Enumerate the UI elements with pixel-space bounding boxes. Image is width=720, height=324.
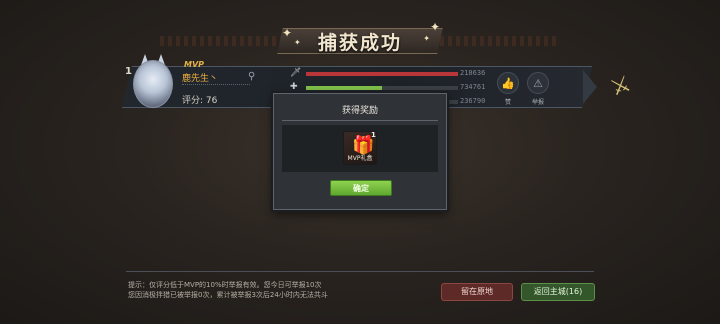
heal-icon: ✚ <box>290 82 298 92</box>
stat-bar <box>306 86 458 90</box>
capture-success-banner: ✦ ✦ 捕获成功 ✦ ✦ <box>160 20 560 60</box>
stay-button[interactable]: 留在原地 <box>441 283 513 301</box>
divider <box>126 271 594 272</box>
player-score: 评分: 76 <box>182 96 218 106</box>
confirm-button[interactable]: 确定 <box>330 180 392 196</box>
sparkle-icon: ✦ <box>429 20 440 34</box>
stat-value: 236790 <box>460 97 486 105</box>
result-screen: ✦ ✦ 捕获成功 ✦ ✦ 1 MVP 鹿先生丶 ⚲ 评分: 76 🗡 218636… <box>0 0 720 324</box>
hint-line: 您因消极拌猎已被举报0次，累计被举报3次后24小时内无法共斗 <box>128 291 328 299</box>
row-arrow <box>583 70 597 104</box>
stat-bar <box>306 72 458 76</box>
return-to-city-button[interactable]: 返回主城(16) <box>521 283 595 301</box>
reward-count: 1 <box>371 131 376 139</box>
sword-icon: 🗡 <box>290 68 302 78</box>
weapon-icon: ⚔ <box>607 71 635 102</box>
thumbs-up-icon: 👍 <box>501 76 515 90</box>
reward-dialog: 获得奖励 🎁 MVP礼盒 1 确定 <box>273 93 447 210</box>
report-label: 举报 <box>531 99 544 106</box>
stat-value: 734761 <box>460 83 486 91</box>
reward-name: MVP礼盒 <box>347 155 373 162</box>
stat-bar-fill <box>306 72 458 76</box>
sparkle-icon: ✦ <box>282 26 293 40</box>
sparkle-icon: ✦ <box>294 38 301 47</box>
sparkle-icon: ✦ <box>423 34 430 43</box>
stat-value: 218636 <box>460 69 486 77</box>
report-hint: 提示：仅评分低于MVP的10%时举报有效。您今日可举报10次 您因消极拌猎已被举… <box>128 280 328 300</box>
divider <box>182 84 250 85</box>
divider <box>282 120 438 121</box>
hint-line: 提示：仅评分低于MVP的10%时举报有效。您今日可举报10次 <box>128 281 322 289</box>
dialog-title: 获得奖励 <box>341 106 378 116</box>
bell-icon: ⚲ <box>248 71 256 82</box>
player-name: 鹿先生丶 <box>182 74 219 84</box>
mvp-badge: MVP <box>184 60 205 69</box>
page-title: 捕获成功 <box>317 31 402 54</box>
like-button[interactable]: 👍 <box>497 72 519 94</box>
avatar[interactable] <box>133 60 173 108</box>
warning-icon: ⚠ <box>533 76 543 90</box>
stat-bar-fill <box>306 86 382 90</box>
report-button[interactable]: ⚠ <box>527 72 549 94</box>
like-label: 赞 <box>504 99 511 106</box>
player-rank: 1 <box>125 66 132 77</box>
